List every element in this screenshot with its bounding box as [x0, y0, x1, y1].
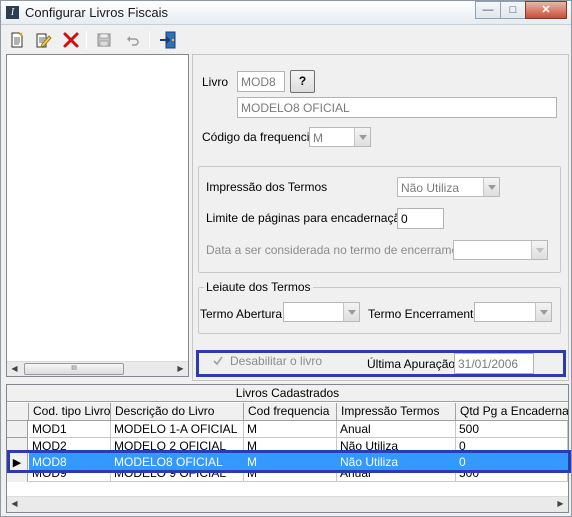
leiaute-title: Leiaute dos Termos — [204, 280, 313, 294]
scroll-right-icon[interactable]: ▶ — [173, 362, 188, 376]
cell-descricao: MODELO 9 OFICIAL — [111, 472, 244, 482]
freq-value: M — [313, 131, 323, 145]
impressao-value: Não Utiliza — [401, 181, 460, 195]
limite-label: Limite de páginas para encadernação — [206, 211, 407, 225]
encerramento-label: Termo Encerramento — [368, 307, 481, 321]
grid-horizontal-scrollbar[interactable]: ◀ ▶ — [7, 496, 568, 512]
data-termo-select[interactable] — [453, 240, 548, 260]
toolbar-separator — [149, 31, 150, 49]
livros-grid: Livros Cadastrados Cod. tipo Livro Descr… — [6, 384, 569, 513]
table-row[interactable]: MOD9 MODELO 9 OFICIAL M Anual 500 — [7, 472, 568, 482]
data-termo-label: Data a ser considerada no termo de encer… — [206, 243, 475, 257]
grid-title: Livros Cadastrados — [7, 385, 568, 402]
cell-qtd-pg: 500 — [456, 472, 568, 482]
row-header[interactable] — [7, 472, 28, 482]
freq-select[interactable]: M — [309, 127, 371, 147]
window-title: Configurar Livros Fiscais — [25, 5, 169, 20]
abertura-label: Termo Abertura — [200, 307, 283, 321]
abertura-select[interactable] — [283, 302, 360, 322]
cell-impressao: Anual — [337, 472, 456, 482]
chevron-down-icon[interactable] — [531, 241, 547, 259]
app-icon: I — [6, 6, 19, 19]
cell-cod-tipo: MOD9 — [29, 472, 111, 482]
close-button[interactable]: ✕ — [525, 1, 567, 19]
delete-icon — [63, 32, 79, 48]
scroll-right-icon[interactable]: ▶ — [553, 497, 568, 511]
cell-descricao: MODELO 1-A OFICIAL — [111, 421, 244, 438]
maximize-button[interactable]: □ — [500, 1, 526, 19]
undo-button[interactable] — [122, 29, 144, 51]
cell-frequencia: M — [244, 472, 337, 482]
save-icon — [97, 33, 111, 47]
chevron-down-icon[interactable] — [483, 178, 499, 196]
grid-corner — [7, 403, 29, 421]
livro-description-field[interactable]: MODELO8 OFICIAL — [237, 97, 557, 118]
livro-label: Livro — [202, 75, 229, 89]
encerramento-select[interactable] — [474, 302, 552, 322]
ultima-apuracao-field[interactable]: 31/01/2006 — [454, 353, 534, 374]
column-header-frequencia[interactable]: Cod frequencia — [244, 403, 337, 421]
chevron-down-icon[interactable] — [343, 303, 359, 321]
row-header[interactable] — [7, 421, 28, 438]
checkmark-icon — [213, 356, 223, 366]
column-header-cod-tipo[interactable]: Cod. tipo Livro — [29, 403, 111, 421]
cell-frequencia: M — [244, 421, 337, 438]
column-header-qtd-pg[interactable]: Qtd Pg a Encadernar — [456, 403, 568, 421]
ultima-apuracao-label: Última Apuração — [367, 357, 456, 371]
save-button[interactable] — [93, 29, 115, 51]
minimize-button[interactable]: — — [475, 1, 501, 19]
undo-icon — [127, 36, 139, 46]
title-bar: I Configurar Livros Fiscais — □ ✕ — [1, 1, 571, 25]
exit-button[interactable] — [157, 29, 179, 51]
cell-qtd-pg: 500 — [456, 421, 568, 438]
chevron-down-icon[interactable] — [535, 303, 551, 321]
scroll-thumb[interactable]: III — [24, 363, 124, 375]
left-list-panel[interactable]: ◀ III ▶ — [6, 54, 189, 377]
toolbar — [3, 27, 569, 53]
new-document-icon — [11, 31, 24, 48]
caption-buttons: — □ ✕ — [475, 1, 567, 19]
toolbar-separator — [86, 31, 87, 49]
cell-cod-tipo: MOD1 — [29, 421, 111, 438]
new-button[interactable] — [6, 29, 28, 51]
impressao-label: Impressão dos Termos — [206, 180, 328, 194]
desabilitar-checkbox[interactable] — [212, 355, 224, 367]
form-panel: Livro MOD8 ? MODELO8 OFICIAL Código da f… — [192, 54, 569, 381]
edit-icon — [36, 33, 52, 48]
edit-button[interactable] — [32, 29, 54, 51]
scroll-left-icon[interactable]: ◀ — [7, 497, 22, 511]
freq-label: Código da frequencia — [202, 130, 317, 144]
help-button[interactable]: ? — [290, 70, 315, 93]
column-header-impressao[interactable]: Impressão Termos — [337, 403, 456, 421]
left-horizontal-scrollbar[interactable]: ◀ III ▶ — [7, 361, 188, 376]
cell-impressao: Anual — [337, 421, 456, 438]
delete-button[interactable] — [60, 29, 82, 51]
chevron-down-icon[interactable] — [354, 128, 370, 146]
scroll-left-icon[interactable]: ◀ — [7, 362, 22, 376]
limite-field[interactable]: 0 — [397, 208, 444, 229]
livro-code-field[interactable]: MOD8 — [237, 71, 285, 92]
exit-icon — [160, 31, 176, 49]
selected-row-highlight — [7, 450, 571, 473]
desabilitar-label: Desabilitar o livro — [230, 354, 323, 368]
column-header-descricao[interactable]: Descrição do Livro — [111, 403, 244, 421]
table-row[interactable]: MOD1 MODELO 1-A OFICIAL M Anual 500 — [7, 421, 568, 438]
configurar-livros-window: I Configurar Livros Fiscais — □ ✕ ◀ III … — [0, 0, 572, 517]
impressao-select[interactable]: Não Utiliza — [397, 177, 500, 197]
